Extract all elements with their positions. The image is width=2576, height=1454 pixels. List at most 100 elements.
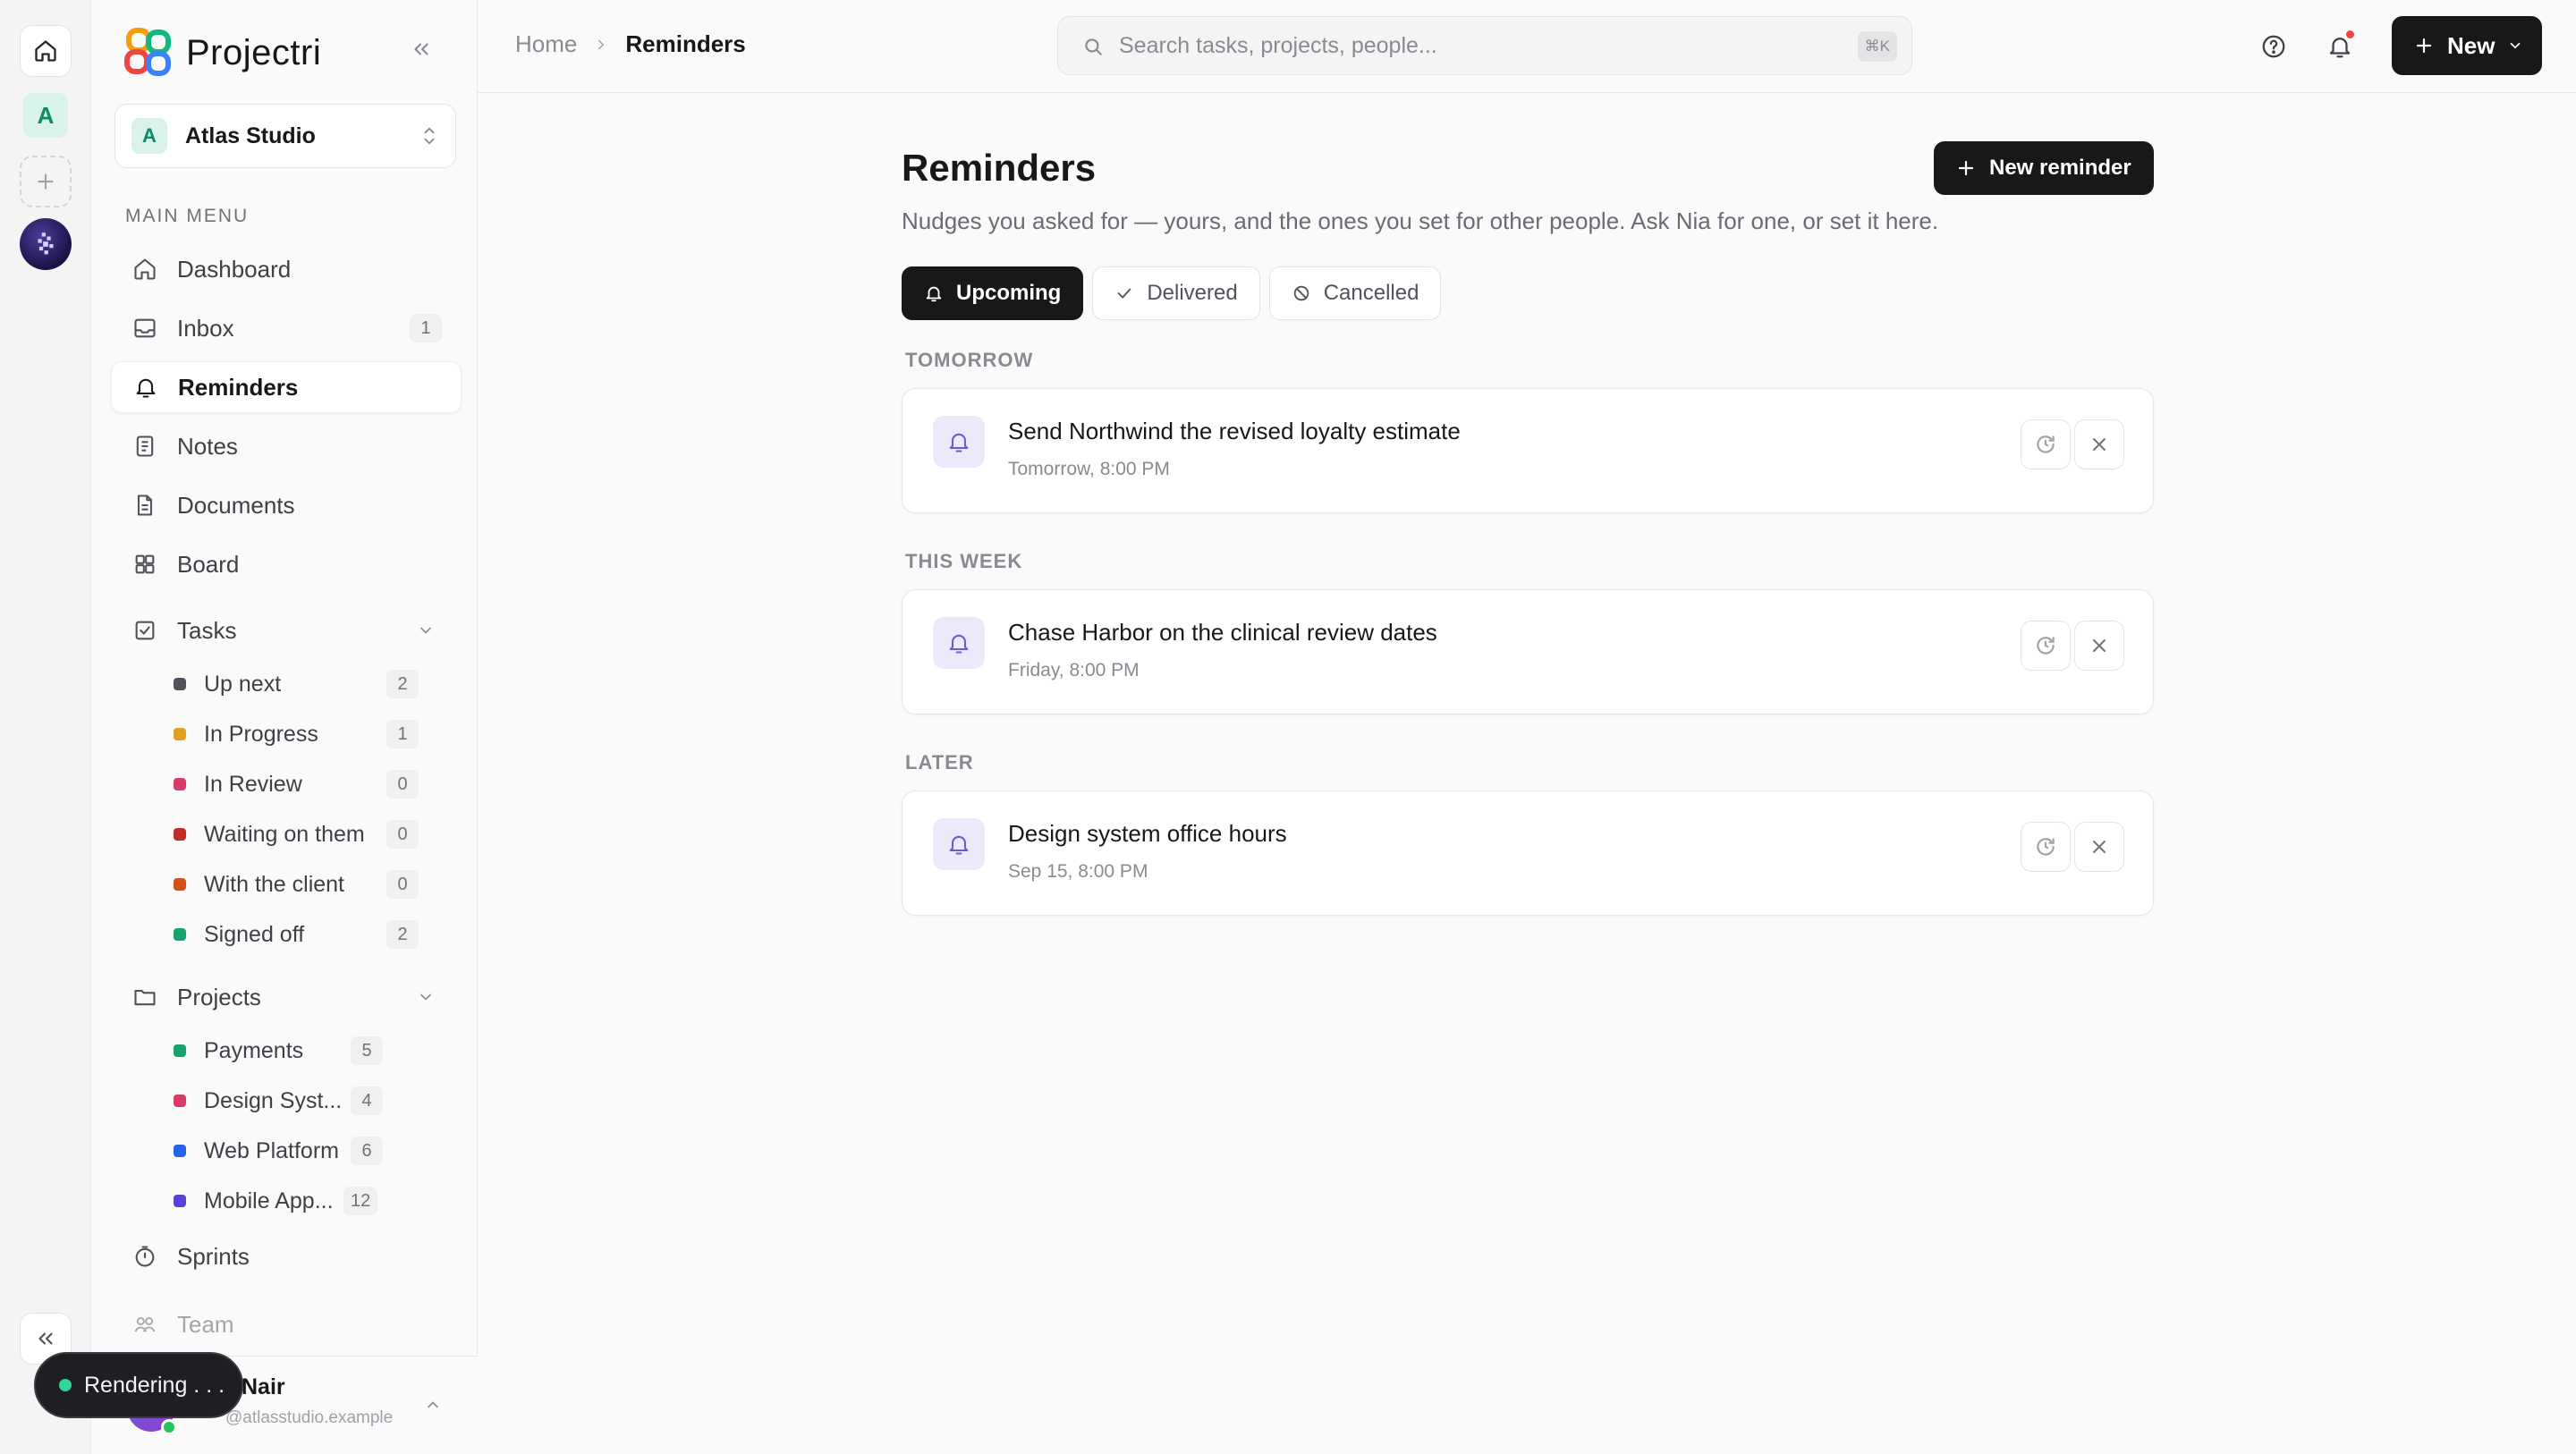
notifications-bell-icon[interactable]	[2320, 27, 2360, 66]
reminder-title: Design system office hours	[1008, 820, 1287, 847]
online-status-dot	[161, 1419, 177, 1435]
workspace-badge: A	[131, 118, 167, 154]
task-status-in-progress[interactable]: In Progress 1	[174, 714, 460, 755]
tab-cancelled[interactable]: Cancelled	[1268, 266, 1442, 320]
status-dot	[174, 928, 186, 941]
bell-icon	[933, 617, 985, 669]
task-status-in-review[interactable]: In Review 0	[174, 764, 460, 805]
assistant-avatar[interactable]	[20, 218, 72, 270]
sidebar-item-reminders[interactable]: Reminders	[111, 361, 462, 413]
sidebar-item-tasks[interactable]: Tasks	[111, 604, 462, 656]
top-header: Home Reminders ⌘K New	[478, 0, 2576, 93]
sidebar-item-inbox[interactable]: Inbox 1	[111, 302, 462, 354]
cancel-reminder-button[interactable]	[2074, 822, 2124, 872]
count-badge: 12	[343, 1187, 378, 1215]
plus-icon	[1958, 160, 1974, 176]
breadcrumb-current: Reminders	[625, 30, 746, 57]
sidebar-item-documents[interactable]: Documents	[111, 479, 462, 531]
project-dot	[174, 1044, 186, 1057]
snooze-button[interactable]	[2021, 621, 2071, 671]
folder-icon	[131, 983, 159, 1011]
task-status-waiting-on-them[interactable]: Waiting on them 0	[174, 814, 460, 855]
snooze-icon	[2037, 637, 2055, 655]
board-icon	[131, 550, 159, 579]
snooze-icon	[2037, 435, 2055, 453]
check-icon	[1117, 288, 1131, 299]
chevron-updown-icon	[424, 127, 435, 145]
bell-icon	[926, 286, 942, 302]
project-dot	[174, 1095, 186, 1107]
chevron-up-icon	[424, 1396, 442, 1414]
home-icon[interactable]	[20, 25, 72, 77]
reminder-time: Tomorrow, 8:00 PM	[1008, 459, 1170, 479]
project-item-mobile-app[interactable]: Mobile App... 12	[174, 1180, 460, 1222]
project-item-web-platform[interactable]: Web Platform 6	[174, 1130, 460, 1171]
inbox-count-badge: 1	[410, 314, 442, 342]
status-dot	[174, 778, 186, 790]
collapse-sidebar-icon[interactable]	[410, 38, 433, 61]
add-workspace-button[interactable]	[20, 156, 72, 207]
bell-icon	[933, 416, 985, 468]
brand[interactable]: Projectri	[123, 27, 321, 79]
reminder-title: Chase Harbor on the clinical review date…	[1008, 619, 1437, 646]
count-badge: 2	[386, 670, 419, 698]
new-button[interactable]: New	[2392, 16, 2542, 75]
help-icon[interactable]	[2254, 27, 2293, 66]
reminder-tabs: Upcoming Delivered Cancelled	[902, 266, 1442, 320]
workspace-avatar[interactable]: A	[23, 93, 68, 138]
new-reminder-label: New reminder	[1989, 156, 2131, 180]
status-dot	[174, 828, 186, 841]
bell-icon	[933, 818, 985, 870]
chevron-down-icon[interactable]	[417, 988, 435, 1006]
new-reminder-button[interactable]: New reminder	[1934, 141, 2154, 195]
chevron-right-icon	[598, 39, 605, 49]
search-input[interactable]	[1119, 32, 1799, 59]
page-subtitle: Nudges you asked for — yours, and the on…	[902, 207, 1939, 234]
close-icon	[2093, 438, 2106, 451]
project-item-design-system[interactable]: Design Syst... 4	[174, 1080, 460, 1121]
checkbox-icon	[131, 616, 159, 645]
task-status-up-next[interactable]: Up next 2	[174, 664, 460, 705]
chevron-down-icon[interactable]	[417, 621, 435, 639]
status-dot	[174, 728, 186, 740]
group-label-later: LATER	[905, 751, 974, 773]
snooze-button[interactable]	[2021, 822, 2071, 872]
user-email: @atlasstudio.example	[225, 1408, 394, 1427]
reminder-card[interactable]: Send Northwind the revised loyalty estim…	[902, 388, 2154, 513]
cancel-reminder-button[interactable]	[2074, 419, 2124, 469]
logo-icon	[124, 28, 171, 76]
tab-delivered[interactable]: Delivered	[1092, 266, 1260, 320]
status-dot	[174, 678, 186, 690]
sidebar-item-sprints[interactable]: Sprints	[111, 1230, 462, 1282]
project-item-payments[interactable]: Payments 5	[174, 1030, 460, 1071]
search-bar[interactable]: ⌘K	[1057, 16, 1912, 75]
snooze-button[interactable]	[2021, 419, 2071, 469]
sidebar: Projectri A Atlas Studio MAIN MENU Dashb…	[91, 0, 478, 1454]
close-icon	[2093, 639, 2106, 652]
sidebar-item-board[interactable]: Board	[111, 538, 462, 590]
bell-icon	[131, 373, 160, 402]
reminder-card[interactable]: Design system office hours Sep 15, 8:00 …	[902, 790, 2154, 916]
sidebar-item-projects[interactable]: Projects	[111, 971, 462, 1023]
sidebar-item-team[interactable]: Team	[111, 1298, 462, 1350]
notes-icon	[131, 432, 159, 461]
task-status-signed-off[interactable]: Signed off 2	[174, 914, 460, 955]
status-dot	[174, 878, 186, 891]
count-badge: 0	[386, 820, 419, 849]
workspace-name: Atlas Studio	[185, 123, 316, 148]
home-icon	[131, 255, 159, 283]
inbox-icon	[131, 314, 159, 342]
tab-upcoming[interactable]: Upcoming	[902, 266, 1084, 320]
sidebar-item-notes[interactable]: Notes	[111, 420, 462, 472]
cancel-reminder-button[interactable]	[2074, 621, 2124, 671]
plus-icon	[2416, 38, 2432, 54]
count-badge: 1	[386, 720, 419, 748]
reminder-card[interactable]: Chase Harbor on the clinical review date…	[902, 589, 2154, 714]
team-icon	[131, 1310, 159, 1339]
workspace-switcher[interactable]: A Atlas Studio	[114, 104, 456, 168]
project-dot	[174, 1145, 186, 1157]
task-status-with-the-client[interactable]: With the client 0	[174, 864, 460, 905]
sidebar-item-dashboard[interactable]: Dashboard	[111, 243, 462, 295]
document-icon	[131, 491, 159, 520]
breadcrumb-home[interactable]: Home	[515, 30, 577, 58]
